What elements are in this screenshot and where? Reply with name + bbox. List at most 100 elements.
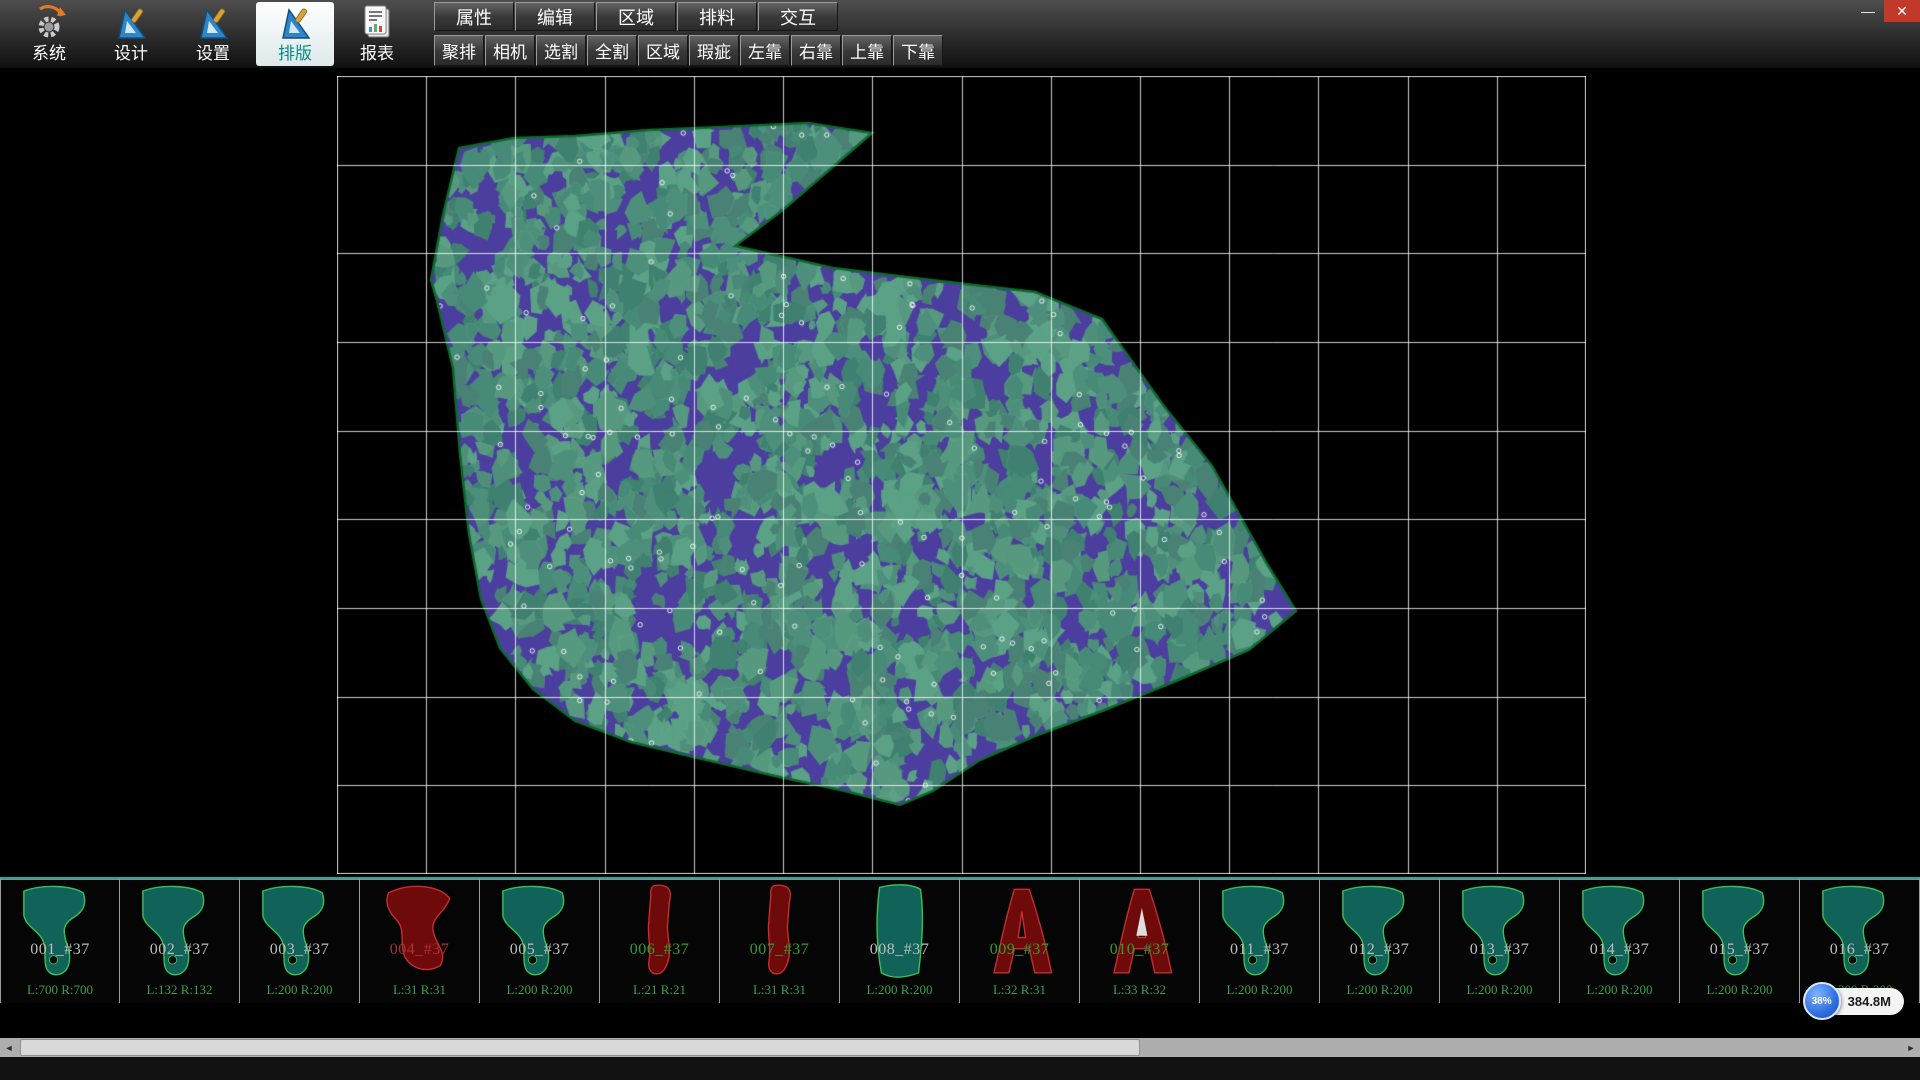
window-controls: — ✕ [1852,0,1920,24]
piece-lr-count: L:200 R:200 [480,982,599,998]
window-bottom-edge [0,1057,1920,1080]
piece-shape-icon [850,880,950,984]
design-icon [111,4,151,44]
piece-thumbnail-013[interactable]: 013_#37L:200 R:200 [1440,879,1560,1003]
piece-shape-icon [1450,880,1550,984]
tool-row: 聚排相机选割全割区域瑕疵左靠右靠上靠下靠 [434,35,944,68]
piece-id-label: 003_#37 [240,941,359,959]
piece-lr-count: L:200 R:200 [1320,982,1439,998]
app-tab-settings[interactable]: 设置 [174,0,252,68]
piece-lr-count: L:31 R:31 [720,982,839,998]
scrollbar-thumb[interactable] [20,1039,1140,1056]
menu-nest[interactable]: 排料 [677,2,757,31]
piece-shape-icon [1210,880,1310,984]
app-tab-system[interactable]: 系统 [10,0,88,68]
piece-lr-count: L:200 R:200 [840,982,959,998]
scroll-right-arrow[interactable]: ► [1902,1038,1920,1057]
piece-lr-count: L:200 R:200 [1680,982,1799,998]
nesting-icon [275,4,315,44]
piece-shape-icon [1690,880,1790,984]
app-tab-label: 报表 [360,45,394,64]
piece-thumbnail-005[interactable]: 005_#37L:200 R:200 [480,879,600,1003]
piece-id-label: 014_#37 [1560,941,1679,959]
piece-thumbnail-009[interactable]: 009_#37 L:32 R:31 [960,879,1080,1003]
piece-id-label: 015_#37 [1680,941,1799,959]
piece-id-label: 008_#37 [840,941,959,959]
piece-lr-count: L:132 R:132 [120,982,239,998]
piece-shape-icon [1810,880,1910,984]
piece-id-label: 012_#37 [1320,941,1439,959]
piece-lr-count: L:31 R:31 [360,982,479,998]
piece-shape-icon [1090,880,1190,984]
tool-snap-top[interactable]: 上靠 [842,35,892,66]
menu-edit[interactable]: 编辑 [515,2,595,31]
piece-id-label: 004_#37 [360,941,479,959]
piece-shape-icon [130,880,230,984]
piece-thumbnail-003[interactable]: 003_#37 L:200 R:200 [240,879,360,1003]
piece-lr-count: L:200 R:200 [1440,982,1559,998]
tool-snap-right[interactable]: 右靠 [791,35,841,66]
piece-shape-icon [730,880,830,984]
piece-shape-icon [1570,880,1670,984]
piece-thumbnail-014[interactable]: 014_#37 L:200 R:200 [1560,879,1680,1003]
tool-defect[interactable]: 瑕疵 [689,35,739,66]
app-tab-label: 系统 [32,45,66,64]
piece-id-label: 009_#37 [960,941,1079,959]
menu-region[interactable]: 区域 [596,2,676,31]
piece-shape-icon [370,880,470,984]
menu-properties[interactable]: 属性 [434,2,514,31]
tool-cluster-nest[interactable]: 聚排 [434,35,484,66]
piece-lr-count: L:200 R:200 [1200,982,1319,998]
piece-thumbnail-004[interactable]: 004_#37 L:31 R:31 [360,879,480,1003]
piece-id-label: 001_#37 [1,941,119,959]
piece-lr-count: L:200 R:200 [240,982,359,998]
piece-id-label: 007_#37 [720,941,839,959]
tool-cut-all[interactable]: 全割 [587,35,637,66]
scroll-left-arrow[interactable]: ◄ [0,1038,18,1057]
app-tab-bar: 系统 设计设置 排版报表 [0,0,418,68]
menu-interact[interactable]: 交互 [758,2,838,31]
piece-id-label: 006_#37 [600,941,719,959]
piece-lr-count: L:200 R:200 [1560,982,1679,998]
piece-thumbnail-012[interactable]: 012_#37 L:200 R:200 [1320,879,1440,1003]
horizontal-scrollbar[interactable]: ◄ ► [0,1038,1920,1057]
minimize-button[interactable]: — [1852,0,1884,22]
piece-id-label: 016_#37 [1800,941,1919,959]
app-tab-report[interactable]: 报表 [338,0,416,68]
app-tab-label: 设置 [196,45,230,64]
piece-thumbnail-006[interactable]: 006_#37 L:21 R:21 [600,879,720,1003]
piece-lr-count: L:21 R:21 [600,982,719,998]
piece-lr-count: L:33 R:32 [1080,982,1199,998]
pieces-strip: 001_#37L:700 R:700002_#37L:132 R:132003_… [0,877,1920,1003]
tool-snap-left[interactable]: 左靠 [740,35,790,66]
piece-shape-icon [970,880,1070,984]
piece-shape-icon [250,880,350,984]
piece-thumbnail-015[interactable]: 015_#37 L:200 R:200 [1680,879,1800,1003]
piece-thumbnail-011[interactable]: 011_#37 L:200 R:200 [1200,879,1320,1003]
piece-thumbnail-007[interactable]: 007_#37 L:31 R:31 [720,879,840,1003]
piece-id-label: 002_#37 [120,941,239,959]
workspace-area [0,68,1920,877]
piece-id-label: 011_#37 [1200,941,1319,959]
hide-nesting-canvas[interactable] [337,76,1586,874]
tool-snap-bottom[interactable]: 下靠 [893,35,943,66]
nesting-app-window: 系统设计设置排版报表 属性编辑区域排料交互 聚排相机选割全割区域瑕疵左靠右靠上靠… [0,0,1920,1080]
piece-shape-icon [610,880,710,984]
close-button[interactable]: ✕ [1884,0,1920,22]
piece-thumbnail-002[interactable]: 002_#37 L:132 R:132 [120,879,240,1003]
report-icon [357,4,397,44]
piece-id-label: 010_#37 [1080,941,1199,959]
tool-region[interactable]: 区域 [638,35,688,66]
menu-row: 属性编辑区域排料交互 [434,0,944,35]
scrollbar-track[interactable] [18,1038,1902,1057]
piece-lr-count: L:32 R:31 [960,982,1079,998]
app-tab-design[interactable]: 设计 [92,0,170,68]
tool-select-cut[interactable]: 选割 [536,35,586,66]
system-icon [29,4,69,44]
tool-camera[interactable]: 相机 [485,35,535,66]
piece-thumbnail-008[interactable]: 008_#37 L:200 R:200 [840,879,960,1003]
piece-thumbnail-001[interactable]: 001_#37 L:700 R:700 [0,879,120,1003]
piece-lr-count: L:700 R:700 [1,982,119,998]
app-tab-nesting[interactable]: 排版 [256,2,334,66]
piece-thumbnail-010[interactable]: 010_#37 L:33 R:32 [1080,879,1200,1003]
